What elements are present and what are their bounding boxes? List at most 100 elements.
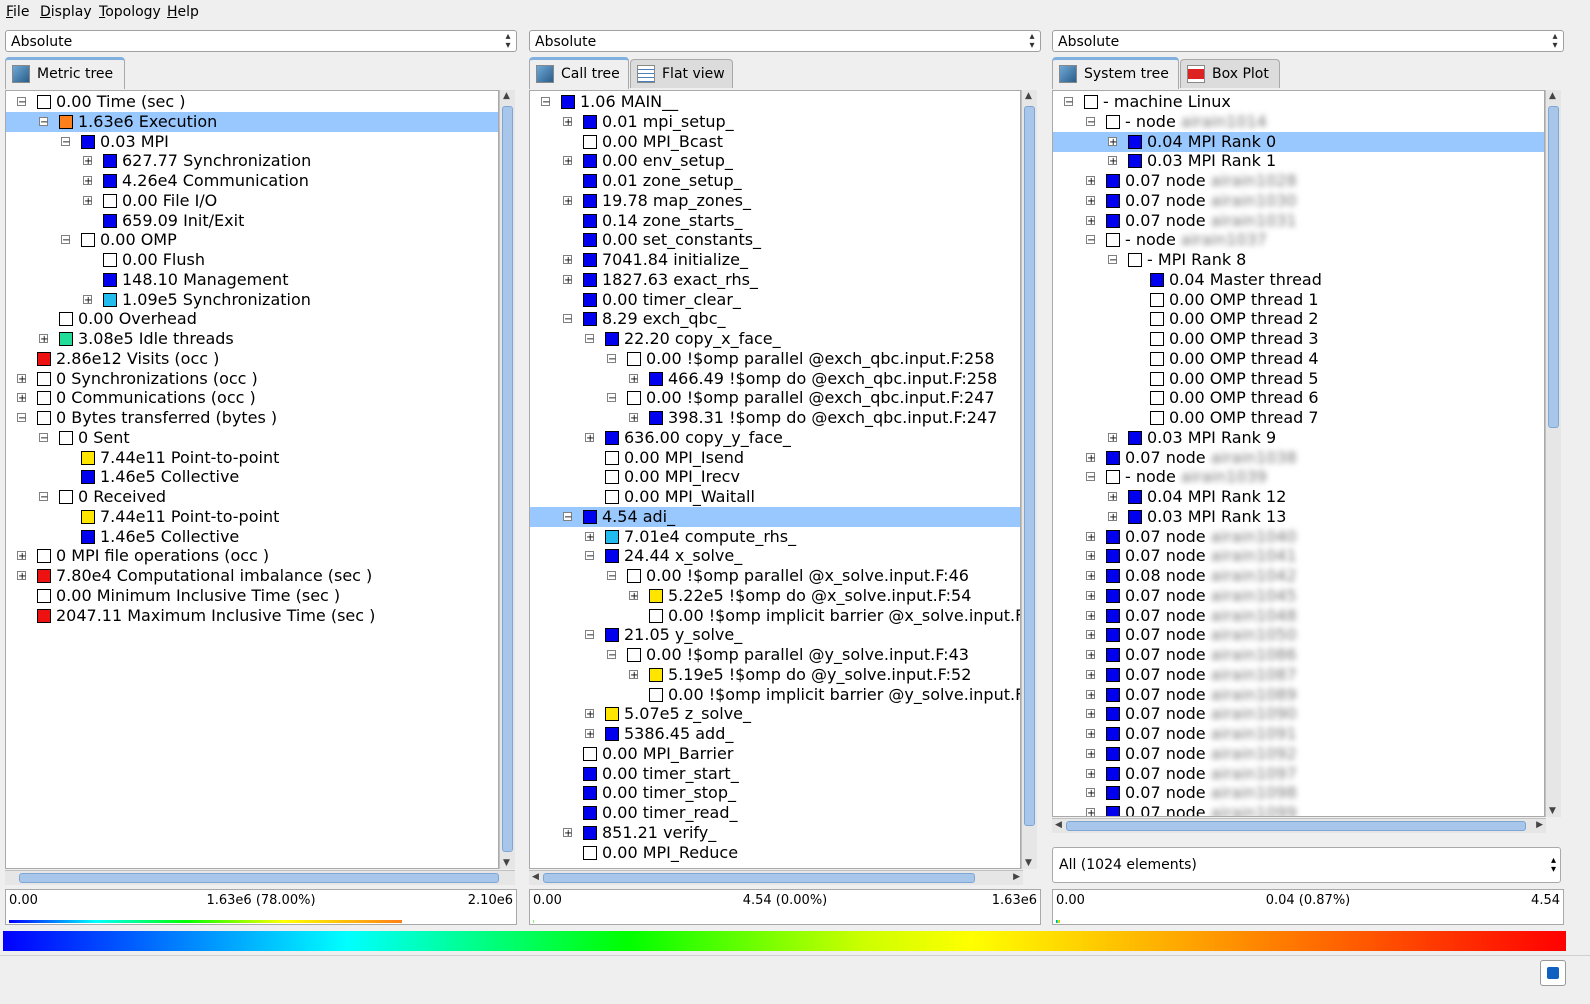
expand-icon[interactable]: + [1108,156,1117,167]
tree-row[interactable]: − - node airain1039 [1053,467,1544,487]
tree-row[interactable]: +398.31 !$omp do @exch_qbc.input.F:247 [530,408,1020,428]
collapse-icon[interactable]: − [61,235,70,246]
tree-row[interactable]: +0.07 node airain1028 [1053,171,1544,191]
scroll-down-icon[interactable]: ▼ [1025,858,1032,868]
expand-icon[interactable]: + [1108,511,1117,522]
tree-row[interactable]: +0.07 node airain1086 [1053,645,1544,665]
expand-icon[interactable]: + [629,373,638,384]
tree-row[interactable]: +1.09e5 Synchronization [6,290,498,310]
tree-row[interactable]: +5.19e5 !$omp do @y_solve.input.F:52 [530,665,1020,685]
tree-row[interactable]: 0.00 Overhead [6,309,498,329]
tree-row[interactable]: +0.07 node airain1092 [1053,744,1544,764]
tree-row[interactable]: − - node airain1014 [1053,112,1544,132]
tree-row[interactable]: +0 MPI file operations (occ ) [6,546,498,566]
tree-row[interactable]: − - machine Linux [1053,92,1544,112]
tree-row[interactable]: 0.00 OMP thread 2 [1053,309,1544,329]
collapse-icon[interactable]: − [1086,235,1095,246]
metric-value-mode-select[interactable]: Absolute ▴ ▾ [5,30,517,52]
tree-row[interactable]: +466.49 !$omp do @exch_qbc.input.F:258 [530,369,1020,389]
tab-flat-view[interactable]: Flat view [630,59,733,88]
tree-row[interactable]: − 21.05 y_solve_ [530,625,1020,645]
expand-icon[interactable]: + [83,294,92,305]
tree-row[interactable]: +627.77 Synchronization [6,151,498,171]
tree-row[interactable]: +0.07 node airain1030 [1053,191,1544,211]
collapse-icon[interactable]: − [17,97,26,108]
collapse-icon[interactable]: − [61,136,70,147]
tree-row[interactable]: − 0.00 !$omp parallel @exch_qbc.input.F:2… [530,388,1020,408]
expand-icon[interactable]: + [1086,650,1095,661]
tree-row[interactable]: +19.78 map_zones_ [530,191,1020,211]
tree-row[interactable]: − 8.29 exch_qbc_ [530,309,1020,329]
tree-row[interactable]: +0.04 MPI Rank 12 [1053,487,1544,507]
tree-row[interactable]: 0.00 OMP thread 7 [1053,408,1544,428]
tree-row[interactable]: − 0.00 !$omp parallel @y_solve.input.F:43 [530,645,1020,665]
collapse-icon[interactable]: − [585,334,594,345]
scroll-thumb[interactable] [1024,106,1035,826]
tree-row[interactable]: +851.21 verify_ [530,823,1020,843]
tree-row[interactable]: 0.00 MPI_Bcast [530,132,1020,152]
menu-help[interactable]: Help [167,4,199,20]
tree-row[interactable]: 0.00 OMP thread 4 [1053,349,1544,369]
expand-icon[interactable]: + [1086,590,1095,601]
expand-icon[interactable]: + [1086,709,1095,720]
tree-row[interactable]: +5386.45 add_ [530,724,1020,744]
collapse-icon[interactable]: − [39,116,48,127]
collapse-icon[interactable]: − [1064,97,1073,108]
scroll-left-icon[interactable]: ◀ [1055,820,1062,830]
expand-icon[interactable]: + [1086,768,1095,779]
expand-icon[interactable]: + [629,413,638,424]
tree-row[interactable]: +0.07 node airain1031 [1053,211,1544,231]
tree-row[interactable]: 0.00 OMP thread 5 [1053,369,1544,389]
status-icon[interactable] [1540,960,1566,986]
scroll-up-icon[interactable]: ▲ [1549,91,1556,101]
tree-row[interactable]: 7.44e11 Point-to-point [6,507,498,527]
expand-icon[interactable]: + [17,373,26,384]
tree-row[interactable]: +1827.63 exact_rhs_ [530,270,1020,290]
metric-tree-vertical-scrollbar[interactable]: ▲ ▼ [499,90,515,869]
tree-row[interactable]: 0.14 zone_starts_ [530,211,1020,231]
tree-row[interactable]: − 0.00 OMP [6,230,498,250]
expand-icon[interactable]: + [585,531,594,542]
expand-icon[interactable]: + [1108,492,1117,503]
system-tree-horizontal-scrollbar[interactable]: ◀ ▶ [1052,818,1546,833]
expand-icon[interactable]: + [1086,808,1095,816]
scroll-thumb[interactable] [1066,821,1526,831]
tree-row[interactable]: − - MPI Rank 8 [1053,250,1544,270]
system-tree-vertical-scrollbar[interactable]: ▲ ▼ [1545,90,1561,817]
tree-row[interactable]: +0.07 node airain1090 [1053,704,1544,724]
collapse-icon[interactable]: − [39,432,48,443]
tree-row[interactable]: 0.00 MPI_Reduce [530,843,1020,863]
tree-row[interactable]: 0.00 MPI_Isend [530,448,1020,468]
expand-icon[interactable]: + [563,827,572,838]
call-tree-vertical-scrollbar[interactable]: ▲ ▼ [1021,90,1037,869]
tree-row[interactable]: +5.07e5 z_solve_ [530,704,1020,724]
tree-row[interactable]: 0.00 timer_read_ [530,803,1020,823]
tree-row[interactable]: +0.00 File I/O [6,191,498,211]
collapse-icon[interactable]: − [541,97,550,108]
tree-row[interactable]: +0 Communications (occ ) [6,388,498,408]
tree-row[interactable]: +7.80e4 Computational imbalance (sec ) [6,566,498,586]
tree-row[interactable]: − 24.44 x_solve_ [530,546,1020,566]
tree-row[interactable]: 0.00 OMP thread 1 [1053,290,1544,310]
tree-row[interactable]: +0.00 env_setup_ [530,151,1020,171]
tree-row[interactable]: − 0 Sent [6,428,498,448]
tree-row[interactable]: 2047.11 Maximum Inclusive Time (sec ) [6,606,498,626]
tree-row[interactable]: 0.00 MPI_Barrier [530,744,1020,764]
expand-icon[interactable]: + [1086,571,1095,582]
expand-icon[interactable]: + [83,195,92,206]
tree-row[interactable]: +0.07 node airain1087 [1053,665,1544,685]
tree-row[interactable]: − - node airain1037 [1053,230,1544,250]
expand-icon[interactable]: + [39,334,48,345]
menu-topology[interactable]: Topology [99,4,161,20]
tree-row[interactable]: − 0 Bytes transferred (bytes ) [6,408,498,428]
tree-row[interactable]: 0.01 zone_setup_ [530,171,1020,191]
collapse-icon[interactable]: − [585,630,594,641]
collapse-icon[interactable]: − [1108,255,1117,266]
menu-display[interactable]: Display [40,4,92,20]
expand-icon[interactable]: + [1108,136,1117,147]
collapse-icon[interactable]: − [607,353,616,364]
tree-row[interactable]: +0.07 node airain1050 [1053,625,1544,645]
expand-icon[interactable]: + [1086,551,1095,562]
tree-row[interactable]: +0.07 node airain1040 [1053,527,1544,547]
expand-icon[interactable]: + [1086,748,1095,759]
